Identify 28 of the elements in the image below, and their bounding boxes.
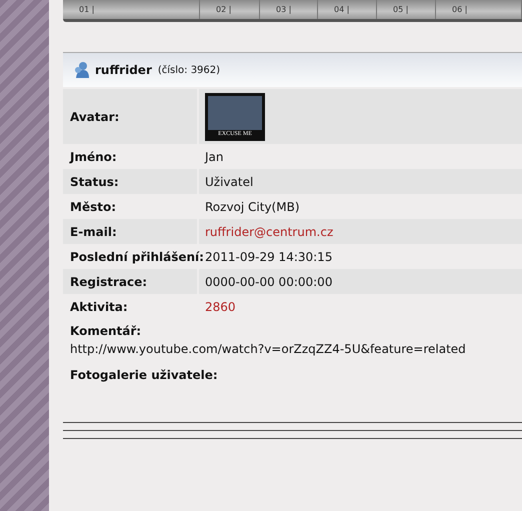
nav-tab[interactable]: 05 | [377,0,436,19]
field-label: Město: [70,198,116,216]
field-label: Aktivita: [70,298,128,316]
field-value: Jan [205,148,224,166]
comment-label: Komentář: [70,323,142,340]
field-value: Rozvoj City(MB) [205,198,300,216]
user-number: (číslo: 3962) [158,64,220,78]
nav-tab[interactable]: 02 | [200,0,260,19]
field-value: Uživatel [205,174,254,190]
field-label: Registrace: [70,274,148,290]
comment-text: http://www.youtube.com/watch?v=orZzqZZ4-5U&feature=related [70,341,467,358]
photo-placeholder [208,96,262,130]
field-label: Avatar: [70,108,120,126]
email-link[interactable]: ruffrider@centrum.cz [205,222,334,240]
field-label: Poslední přihlášení: [70,248,204,266]
field-label: E-mail: [70,224,117,240]
gallery-label: Fotogalerie uživatele: [70,367,219,384]
nav-tab[interactable]: 06 | [436,0,522,19]
field-value: 0000-00-00 00:00:00 [205,274,332,290]
nav-tab[interactable]: 01 | [63,0,200,19]
username: ruffrider [95,62,152,79]
field-value: 2011-09-29 14:30:15 [205,248,332,266]
field-label: Status: [70,174,119,190]
field-label: Jméno: [70,148,117,166]
nav-tab[interactable]: 04 | [318,0,377,19]
field-value: 2860 [205,298,236,316]
nav-tab[interactable]: 03 | [260,0,318,19]
user-icon [73,61,89,79]
